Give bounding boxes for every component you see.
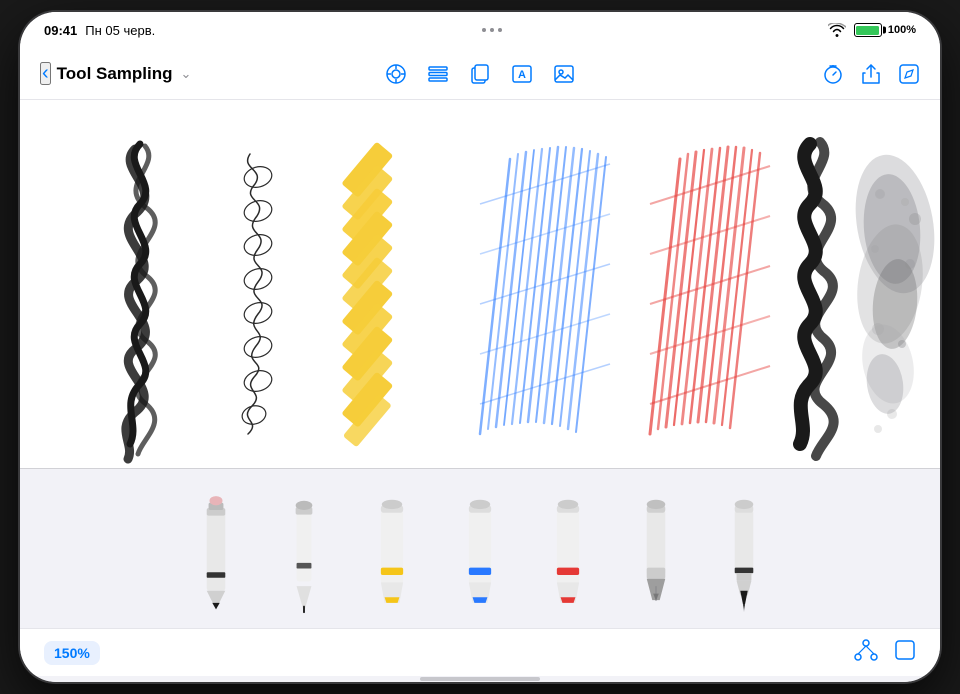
markup-icon[interactable]: [385, 63, 407, 85]
status-right: 100%: [828, 23, 916, 37]
wifi-icon: [828, 23, 846, 37]
tool-pencil[interactable]: [186, 484, 246, 614]
status-date: Пн 05 черв.: [85, 23, 155, 38]
home-indicator: [20, 676, 940, 682]
document-title: Tool Sampling: [57, 64, 173, 84]
tools-panel: [20, 468, 940, 628]
sample-marker-yellow: [341, 141, 393, 447]
sample-pen-black: [126, 144, 155, 459]
bottom-bar: 150%: [20, 628, 940, 676]
timer-icon[interactable]: [822, 63, 844, 85]
drawing-samples: [20, 100, 940, 468]
tool-fineliner[interactable]: [274, 484, 334, 614]
screen: 09:41 Пн 05 черв.: [20, 12, 940, 682]
sample-watercolor: [845, 148, 940, 433]
home-bar: [420, 677, 540, 681]
frame-icon[interactable]: [894, 639, 916, 667]
text-insert-icon[interactable]: A: [511, 63, 533, 85]
paste-icon[interactable]: [469, 63, 491, 85]
tool-marker-yellow[interactable]: [362, 484, 422, 614]
battery-indicator: 100%: [854, 23, 916, 37]
tool-marker-blue[interactable]: [450, 484, 510, 614]
status-time: 09:41: [44, 23, 77, 38]
sample-marker-red: [650, 147, 770, 434]
toolbar: ‹ Tool Sampling ⌄: [20, 48, 940, 100]
share-icon[interactable]: [860, 63, 882, 85]
back-chevron-icon: ‹: [42, 63, 49, 83]
image-insert-icon[interactable]: [553, 63, 575, 85]
sample-fineliner: [240, 154, 274, 434]
sample-marker-blue: [480, 147, 610, 434]
bottom-right-icons: [854, 639, 916, 667]
nodes-icon[interactable]: [854, 639, 878, 667]
ipad-frame: 09:41 Пн 05 черв.: [20, 12, 940, 682]
zoom-level[interactable]: 150%: [44, 641, 100, 665]
back-button[interactable]: ‹: [40, 62, 51, 85]
title-dropdown-icon[interactable]: ⌄: [181, 66, 192, 82]
tool-fountain-pen[interactable]: [626, 484, 686, 614]
tool-brush[interactable]: [714, 484, 774, 614]
toolbar-right: [627, 63, 920, 85]
status-dots: [482, 28, 502, 32]
battery-percent: 100%: [888, 24, 916, 36]
tool-marker-red[interactable]: [538, 484, 598, 614]
edit-icon[interactable]: [898, 63, 920, 85]
svg-text:A: A: [518, 69, 526, 81]
canvas-area[interactable]: [20, 100, 940, 468]
sample-brush-black: [800, 142, 834, 456]
toolbar-left: ‹ Tool Sampling ⌄: [40, 62, 333, 85]
layers-icon[interactable]: [427, 63, 449, 85]
status-bar: 09:41 Пн 05 черв.: [20, 12, 940, 48]
toolbar-center: A: [333, 63, 626, 85]
